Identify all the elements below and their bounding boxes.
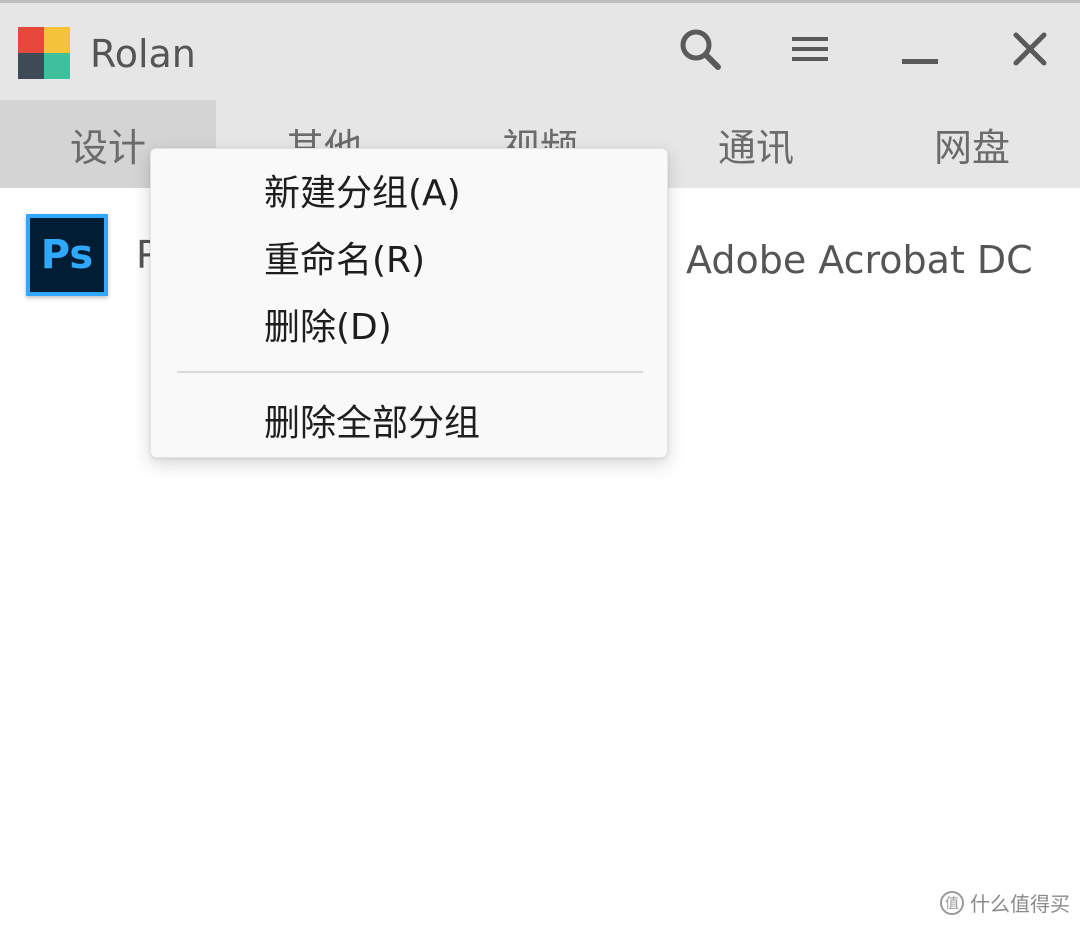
rolan-window: Rolan 设计 其他	[0, 0, 1080, 927]
close-button[interactable]	[1000, 21, 1060, 77]
app-item-photoshop[interactable]: Ps P	[26, 214, 159, 296]
photoshop-icon: Ps	[26, 214, 108, 296]
context-menu: 新建分组(A) 重命名(R) 删除(D) 删除全部分组	[150, 148, 668, 458]
menu-item-delete[interactable]: 删除(D)	[151, 293, 667, 355]
app-label: Adobe Acrobat DC	[686, 238, 1033, 282]
rolan-logo-icon	[18, 27, 70, 79]
minimize-button[interactable]	[890, 21, 950, 77]
app-title: Rolan	[90, 32, 196, 76]
app-item-acrobat[interactable]: Adobe Acrobat DC	[658, 238, 1033, 282]
hamburger-menu-icon	[792, 37, 828, 61]
search-icon	[680, 29, 721, 70]
minimize-icon	[902, 59, 938, 64]
close-icon	[1013, 32, 1047, 66]
main-menu-button[interactable]	[780, 21, 840, 77]
watermark-logo-icon: 值	[940, 890, 964, 915]
watermark: 值 什么值得买	[940, 888, 1070, 917]
menu-item-new-group[interactable]: 新建分组(A)	[151, 159, 667, 221]
title-bar[interactable]: Rolan	[0, 3, 1080, 100]
tab-communication[interactable]: 通讯	[648, 100, 864, 188]
tab-cloud-drive[interactable]: 网盘	[864, 100, 1080, 188]
menu-separator	[177, 371, 643, 373]
search-button[interactable]	[670, 21, 730, 77]
menu-item-rename[interactable]: 重命名(R)	[151, 226, 667, 288]
menu-item-delete-all-groups[interactable]: 删除全部分组	[151, 389, 667, 451]
watermark-text: 什么值得买	[970, 892, 1070, 916]
